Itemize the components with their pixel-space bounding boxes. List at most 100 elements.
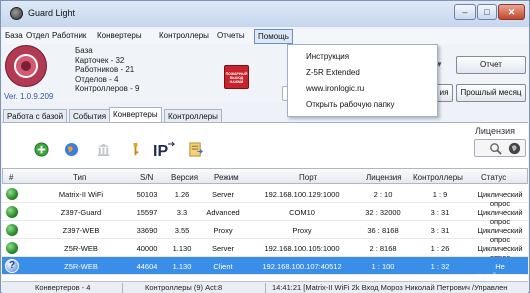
cell-sn: 44604 <box>136 262 158 271</box>
cell-type: Z397-WEB <box>62 226 100 235</box>
report-button[interactable]: Отчет <box>456 56 526 74</box>
col-status[interactable]: Статус <box>481 173 506 182</box>
key-icon[interactable] <box>128 142 143 157</box>
departments-count: Отделов - 4 <box>75 74 119 84</box>
col-version[interactable]: Версия <box>171 173 198 182</box>
col-number[interactable]: # <box>9 173 13 182</box>
cell-license: 1 : 100 <box>371 262 395 271</box>
menu-controllers[interactable]: Контроллеры <box>159 31 209 40</box>
cell-type: Z5R-WEB <box>64 262 98 271</box>
menu-bar: База Отдел Работник Конвертеры Контролле… <box>2 29 528 44</box>
database-stats: База Карточек - 32 Работников - 21 Отдел… <box>75 46 139 94</box>
ip-icon[interactable]: IP <box>153 141 175 158</box>
status-converters: Конвертеров - 4 <box>35 283 91 292</box>
minimize-button[interactable]: – <box>454 4 476 20</box>
controllers-count: Контроллеров - 9 <box>75 84 140 93</box>
cell-sn: 40000 <box>136 244 158 253</box>
globe-license-icon[interactable] <box>508 142 521 155</box>
cell-sn: 15597 <box>136 208 158 217</box>
col-license[interactable]: Лицензия <box>366 173 402 182</box>
table-header: # Тип S/N Версия Режим Порт Лицензия Кон… <box>2 168 528 184</box>
cell-port: 192.168.100.105:1000 <box>264 244 340 253</box>
cell-controllers: 1 : 32 <box>430 262 450 271</box>
tab-database[interactable]: Работа с базой <box>3 109 68 123</box>
title-bar[interactable]: Guard Light – □ ✕ <box>1 1 529 27</box>
tab-events[interactable]: События <box>69 109 111 123</box>
cell-type: Z5R-WEB <box>64 244 98 253</box>
magnifier-icon[interactable] <box>489 142 502 155</box>
cell-mode: Server <box>211 190 235 199</box>
cell-version: 3.3 <box>176 208 188 217</box>
cell-port: Proxy <box>292 226 312 235</box>
cards-count: Карточек - 32 <box>75 55 125 65</box>
globe-icon[interactable] <box>64 142 79 157</box>
cell-license: 32 : 32000 <box>365 208 401 217</box>
help-item-website[interactable]: www.ironlogic.ru <box>306 84 364 93</box>
cell-controllers: 3 : 31 <box>430 208 450 217</box>
license-box <box>474 139 526 157</box>
cell-controllers: 3 : 31 <box>430 226 450 235</box>
cell-controllers: 1 : 9 <box>432 190 448 199</box>
previous-month-button[interactable]: Прошлый месяц <box>456 84 526 102</box>
status-separator <box>265 283 266 293</box>
bank-icon[interactable] <box>96 142 111 157</box>
combo-arrow-icon[interactable]: ▾ <box>437 59 451 74</box>
cell-type: Z397-Guard <box>60 208 102 217</box>
col-controllers[interactable]: Контроллеры <box>413 173 463 182</box>
close-button[interactable]: ✕ <box>498 4 525 20</box>
table-row[interactable]: Z397-Guard 15597 3.3 Advanced COM10 32 :… <box>2 203 528 226</box>
cell-port: 192.168.100.107:40512 <box>262 262 342 271</box>
maximize-button[interactable]: □ <box>477 4 497 20</box>
col-port[interactable]: Порт <box>299 173 317 182</box>
license-label: Лицензия <box>475 126 515 136</box>
status-unknown-icon: ? <box>5 259 19 273</box>
cell-version: 1.130 <box>172 262 192 271</box>
help-item-instructions[interactable]: Инструкция <box>306 52 349 61</box>
window-title: Guard Light <box>28 8 76 18</box>
table-row[interactable]: Z5R-WEB 40000 1.130 Server 192.168.100.1… <box>2 239 528 262</box>
cell-mode: Proxy <box>213 226 233 235</box>
table-row-selected[interactable]: ? Z5R-WEB 44604 1.130 Client 192.168.100… <box>2 257 528 280</box>
menu-converters[interactable]: Конвертеры <box>97 31 142 40</box>
col-mode[interactable]: Режим <box>214 173 239 182</box>
cell-version: 3.55 <box>174 226 190 235</box>
menu-base[interactable]: База <box>5 31 23 40</box>
status-ok-icon <box>6 206 18 218</box>
menu-reports[interactable]: Отчеты <box>217 31 245 40</box>
emergency-text-3: НАЖМИ <box>229 80 244 84</box>
cell-license: 2 : 10 <box>373 190 393 199</box>
cell-version: 1.130 <box>172 244 192 253</box>
converters-table: # Тип S/N Версия Режим Порт Лицензия Кон… <box>2 168 528 280</box>
status-separator <box>122 283 123 293</box>
workers-count: Работников - 21 <box>75 65 135 74</box>
app-icon <box>10 7 23 20</box>
app-logo <box>5 45 47 87</box>
add-icon[interactable] <box>34 142 49 157</box>
tab-controllers[interactable]: Контроллеры <box>164 109 222 123</box>
col-sn[interactable]: S/N <box>140 173 153 182</box>
status-bar: Конвертеров - 4 Контроллеры (9) Act:8 14… <box>2 281 528 293</box>
menu-worker[interactable]: Работник <box>52 31 86 40</box>
tab-converters[interactable]: Конвертеры <box>109 107 162 123</box>
svg-text:IP: IP <box>153 143 168 158</box>
emergency-exit-button[interactable]: ПОЖАРНЫЙ ВЫХОД НАЖМИ <box>224 65 249 89</box>
cell-version: 1.26 <box>174 190 190 199</box>
app-window: Guard Light – □ ✕ База Отдел Работник Ко… <box>0 0 530 293</box>
db-label: База <box>75 46 93 55</box>
cell-status: Не задействован <box>476 262 524 280</box>
main-tabs: Работа с базой События Конвертеры Контро… <box>2 107 528 123</box>
status-ok-icon <box>6 188 18 200</box>
cell-type: Matrix-II WiFi <box>58 190 104 199</box>
menu-department[interactable]: Отдел <box>26 31 49 40</box>
cell-controllers: 1 : 26 <box>430 244 450 253</box>
status-last-event: 14:41:21 [Matrix-II WiFi 2k Вход Мороз Н… <box>272 283 508 292</box>
menu-help[interactable]: Помощь <box>254 29 293 44</box>
document-icon[interactable] <box>188 142 203 157</box>
col-type[interactable]: Тип <box>73 173 86 182</box>
table-row[interactable]: Matrix-II WiFi 50103 1.26 Server 192.168… <box>2 185 528 208</box>
table-row[interactable]: Z397-WEB 33690 3.55 Proxy Proxy 36 : 816… <box>2 221 528 244</box>
cell-sn: 50103 <box>136 190 158 199</box>
help-item-z5r-extended[interactable]: Z-5R Extended <box>306 68 360 77</box>
cell-mode: Advanced <box>206 208 240 217</box>
status-ok-icon <box>6 224 18 236</box>
